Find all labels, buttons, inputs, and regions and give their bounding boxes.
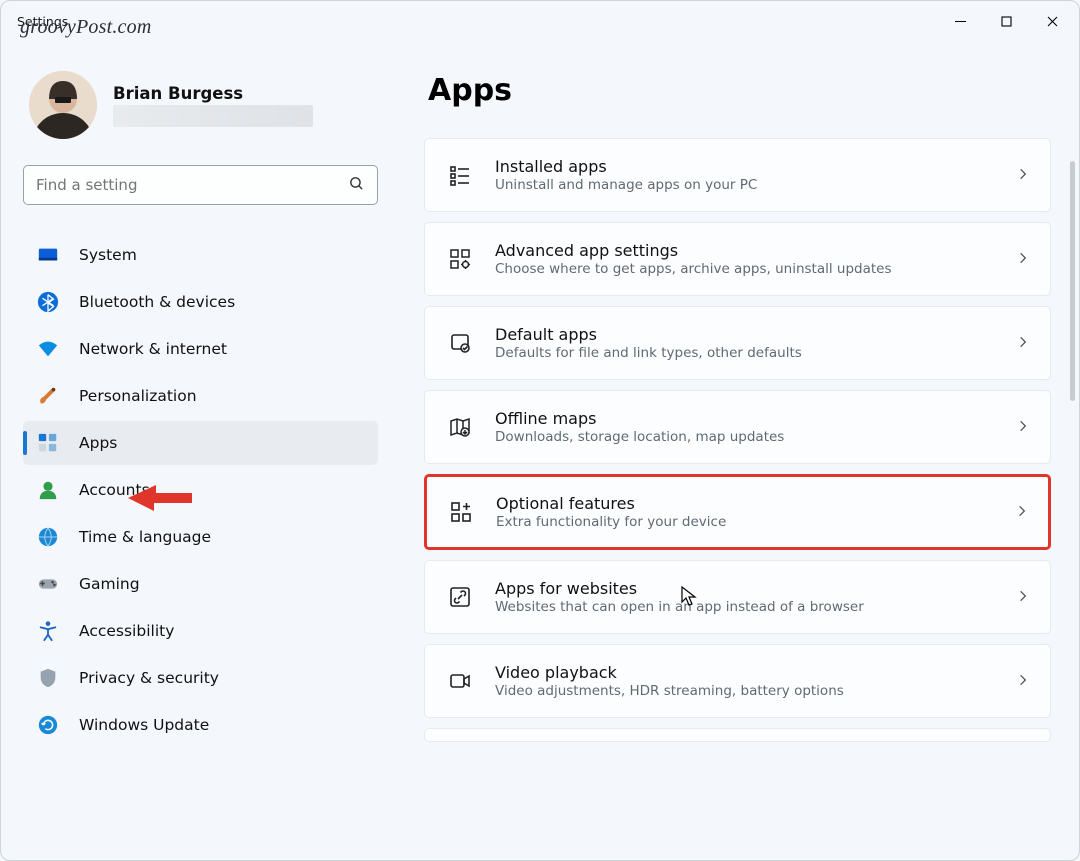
sidebar-item-label: Gaming: [79, 575, 140, 593]
chevron-right-icon: [1016, 334, 1030, 353]
update-icon: [37, 714, 59, 736]
page-title: Apps: [428, 73, 1051, 108]
chevron-right-icon: [1016, 588, 1030, 607]
sidebar-item-accounts[interactable]: Accounts: [23, 468, 378, 512]
apps-icon: [37, 432, 59, 454]
card-video-playback[interactable]: Video playbackVideo adjustments, HDR str…: [424, 644, 1051, 718]
card-sub: Choose where to get apps, archive apps, …: [495, 261, 994, 277]
window-controls: [937, 1, 1075, 41]
cards: Installed appsUninstall and manage apps …: [424, 138, 1051, 752]
card-sub: Uninstall and manage apps on your PC: [495, 177, 994, 193]
maximize-button[interactable]: [983, 1, 1029, 41]
profile-email-blur: [113, 105, 313, 127]
card-offline-maps[interactable]: Offline mapsDownloads, storage location,…: [424, 390, 1051, 464]
sidebar-item-label: Privacy & security: [79, 669, 219, 687]
minimize-button[interactable]: [937, 1, 983, 41]
card-installed-apps[interactable]: Installed appsUninstall and manage apps …: [424, 138, 1051, 212]
chevron-right-icon: [1016, 418, 1030, 437]
nav: System Bluetooth & devices Network & int…: [23, 233, 378, 747]
card-optional-features[interactable]: Optional featuresExtra functionality for…: [424, 474, 1051, 550]
chevron-right-icon: [1016, 672, 1030, 691]
default-icon: [447, 330, 473, 356]
card-sub: Extra functionality for your device: [496, 514, 993, 530]
video-icon: [447, 668, 473, 694]
sidebar-item-system[interactable]: System: [23, 233, 378, 277]
map-icon: [447, 414, 473, 440]
sidebar: Brian Burgess System Bluetooth & devices…: [1, 41, 396, 860]
sidebar-item-gaming[interactable]: Gaming: [23, 562, 378, 606]
card-title: Advanced app settings: [495, 241, 994, 260]
sidebar-item-label: Time & language: [79, 528, 211, 546]
search-box[interactable]: [23, 165, 378, 205]
search-input[interactable]: [36, 176, 348, 194]
system-icon: [37, 244, 59, 266]
grid-plus-icon: [448, 499, 474, 525]
sidebar-item-label: Network & internet: [79, 340, 227, 358]
shield-icon: [37, 667, 59, 689]
sidebar-item-privacy[interactable]: Privacy & security: [23, 656, 378, 700]
card-title: Default apps: [495, 325, 994, 344]
sidebar-item-label: Accounts: [79, 481, 150, 499]
close-button[interactable]: [1029, 1, 1075, 41]
titlebar[interactable]: Settings: [1, 1, 1079, 41]
card-truncated[interactable]: [424, 728, 1051, 742]
card-default-apps[interactable]: Default appsDefaults for file and link t…: [424, 306, 1051, 380]
window-title: Settings: [17, 14, 68, 29]
grid-gear-icon: [447, 246, 473, 272]
brush-icon: [37, 385, 59, 407]
sidebar-item-update[interactable]: Windows Update: [23, 703, 378, 747]
sidebar-item-label: Windows Update: [79, 716, 209, 734]
card-sub: Downloads, storage location, map updates: [495, 429, 994, 445]
gamepad-icon: [37, 573, 59, 595]
chevron-right-icon: [1016, 166, 1030, 185]
main: Apps Installed appsUninstall and manage …: [396, 41, 1079, 860]
sidebar-item-label: Personalization: [79, 387, 197, 405]
accessibility-icon: [37, 620, 59, 642]
chevron-right-icon: [1016, 250, 1030, 269]
scrollbar[interactable]: [1070, 161, 1075, 401]
sidebar-item-personalization[interactable]: Personalization: [23, 374, 378, 418]
card-apps-websites[interactable]: Apps for websitesWebsites that can open …: [424, 560, 1051, 634]
sidebar-item-label: Bluetooth & devices: [79, 293, 235, 311]
sidebar-item-label: System: [79, 246, 137, 264]
profile-name: Brian Burgess: [113, 84, 313, 103]
card-title: Apps for websites: [495, 579, 994, 598]
card-title: Video playback: [495, 663, 994, 682]
card-sub: Websites that can open in an app instead…: [495, 599, 994, 615]
card-title: Installed apps: [495, 157, 994, 176]
sidebar-item-accessibility[interactable]: Accessibility: [23, 609, 378, 653]
chevron-right-icon: [1015, 503, 1029, 522]
card-sub: Video adjustments, HDR streaming, batter…: [495, 683, 994, 699]
person-icon: [37, 479, 59, 501]
card-sub: Defaults for file and link types, other …: [495, 345, 994, 361]
sidebar-item-apps[interactable]: Apps: [23, 421, 378, 465]
sidebar-item-label: Apps: [79, 434, 117, 452]
sidebar-item-network[interactable]: Network & internet: [23, 327, 378, 371]
search-icon: [348, 175, 365, 196]
card-title: Optional features: [496, 494, 993, 513]
list-icon: [447, 162, 473, 188]
wifi-icon: [37, 338, 59, 360]
avatar: [29, 71, 97, 139]
profile[interactable]: Brian Burgess: [29, 71, 378, 139]
settings-window: Settings Brian Burgess Sys: [0, 0, 1080, 861]
sidebar-item-label: Accessibility: [79, 622, 174, 640]
card-title: Offline maps: [495, 409, 994, 428]
link-icon: [447, 584, 473, 610]
card-advanced-apps[interactable]: Advanced app settingsChoose where to get…: [424, 222, 1051, 296]
sidebar-item-time[interactable]: Time & language: [23, 515, 378, 559]
globe-icon: [37, 526, 59, 548]
bluetooth-icon: [37, 291, 59, 313]
sidebar-item-bluetooth[interactable]: Bluetooth & devices: [23, 280, 378, 324]
